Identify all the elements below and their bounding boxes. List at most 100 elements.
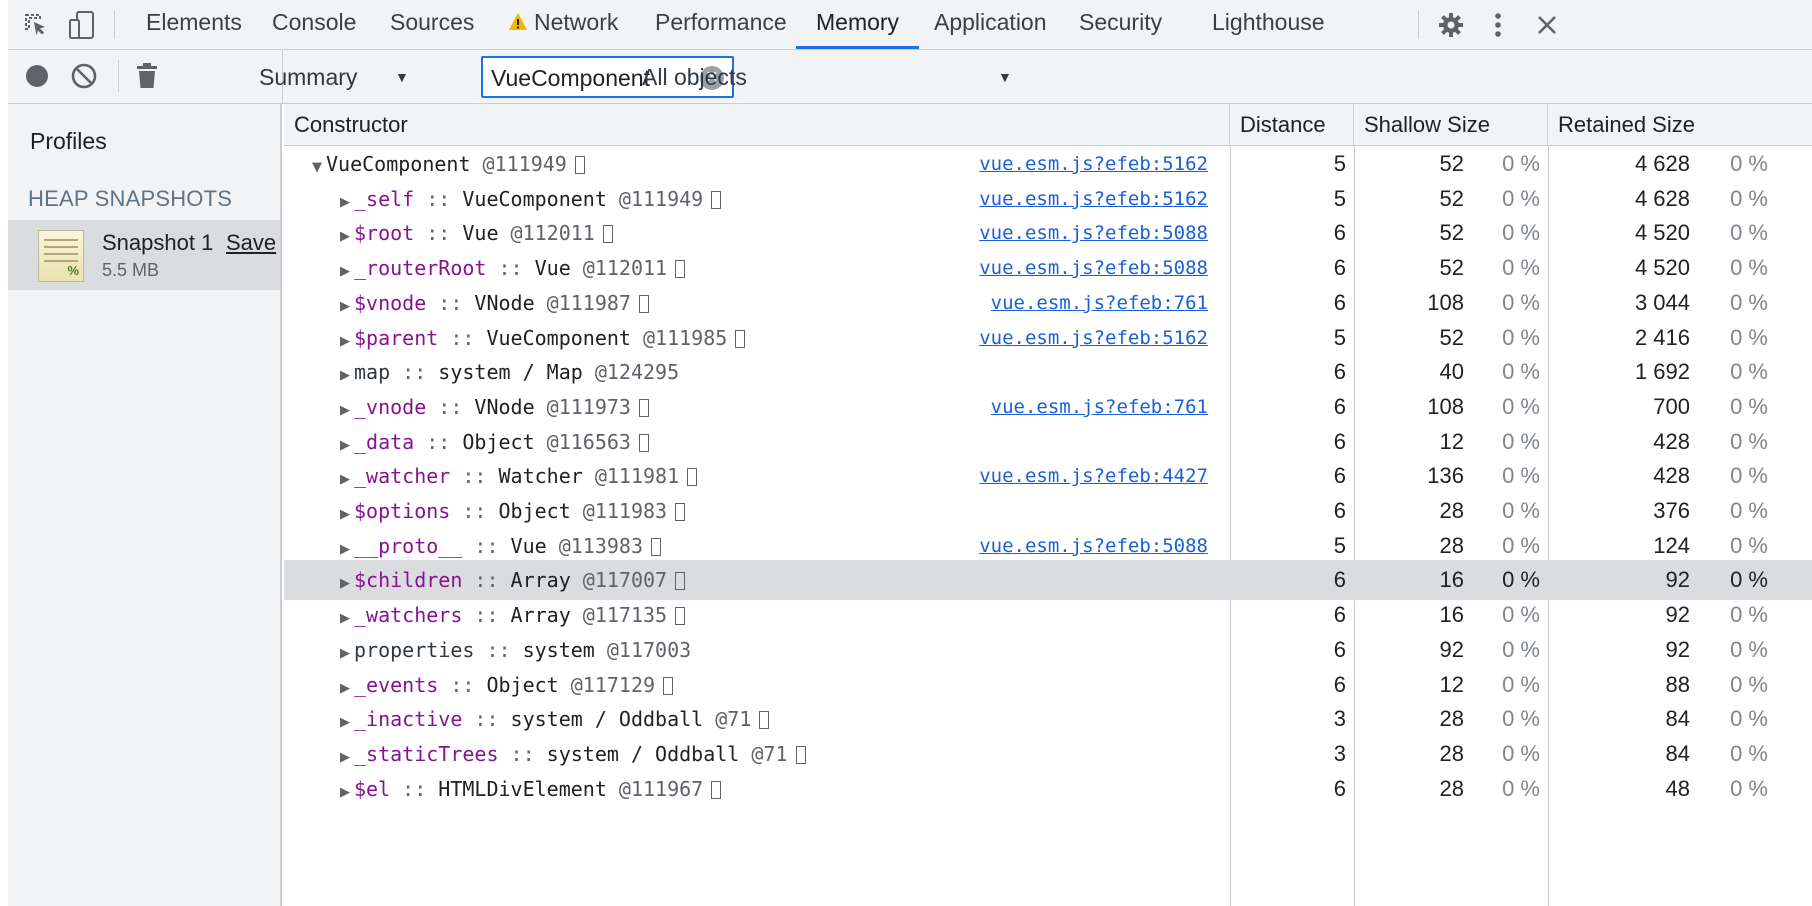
tab-bar-divider bbox=[1418, 10, 1419, 39]
settings-gear-icon[interactable] bbox=[1436, 0, 1466, 49]
constructor-name: system / Oddball bbox=[546, 741, 740, 766]
tab-elements[interactable]: Elements bbox=[146, 0, 242, 49]
constructor-name: Object bbox=[498, 499, 571, 523]
heap-snapshot-icon: % bbox=[38, 230, 84, 282]
profiles-title: Profiles bbox=[30, 128, 107, 154]
property-name: _watchers bbox=[354, 603, 463, 628]
property-name: $el bbox=[354, 776, 391, 801]
reveal-object-icon[interactable] bbox=[663, 676, 674, 695]
separator: :: bbox=[438, 672, 487, 697]
object-id: @117129 bbox=[558, 672, 656, 697]
distance-value: 6 bbox=[1333, 775, 1346, 801]
column-header-distance[interactable]: Distance bbox=[1230, 104, 1354, 146]
reveal-object-icon[interactable] bbox=[638, 433, 649, 452]
collect-garbage-trash-icon[interactable] bbox=[132, 50, 162, 102]
objects-filter-value: All objects bbox=[642, 64, 747, 90]
shallow-size-value: 28 bbox=[1439, 775, 1464, 801]
column-header-retained-size[interactable]: Retained Size bbox=[1548, 104, 1812, 146]
toolbar-divider bbox=[118, 60, 119, 92]
chevron-down-icon: ▼ bbox=[998, 69, 1012, 85]
chevron-down-icon: ▼ bbox=[395, 69, 409, 85]
profiles-sidebar: Profiles HEAP SNAPSHOTS % Snapshot 1 Sav… bbox=[8, 104, 282, 906]
property-name: $options bbox=[354, 499, 451, 523]
constructor-name: Array bbox=[510, 603, 571, 628]
constructor-name: HTMLDivElement bbox=[438, 776, 607, 801]
objects-filter-select[interactable]: All objects ▼ bbox=[642, 58, 1012, 96]
reveal-object-icon[interactable] bbox=[675, 572, 686, 591]
tab-bar-divider bbox=[114, 10, 115, 39]
memory-toolbar: Summary ▼ ✕ All objects ▼ bbox=[8, 50, 1812, 104]
property-name: _data bbox=[354, 429, 415, 454]
clear-all-profiles-icon[interactable] bbox=[68, 50, 100, 102]
view-mode-value: Summary bbox=[259, 64, 358, 90]
property-name: _staticTrees bbox=[354, 741, 499, 766]
separator: :: bbox=[414, 429, 463, 454]
constructor-name: Array bbox=[510, 568, 571, 593]
reveal-object-icon[interactable] bbox=[711, 780, 722, 799]
object-id: @117003 bbox=[594, 637, 692, 662]
save-snapshot-link[interactable]: Save bbox=[226, 230, 276, 256]
tab-security[interactable]: Security bbox=[1079, 0, 1162, 49]
constructor-name: Object bbox=[462, 429, 535, 454]
constructor-name: system / Oddball bbox=[510, 707, 704, 732]
separator: :: bbox=[474, 637, 523, 662]
grid-header: Constructor Distance Shallow Size Retain… bbox=[284, 104, 1812, 146]
grid-body: ▼ VueComponent @111949 vue.esm.js?efeb:516… bbox=[284, 146, 1812, 906]
retained-size-value: 48 bbox=[1665, 775, 1690, 801]
snapshot-name: Snapshot 1 bbox=[102, 230, 214, 255]
tab-application[interactable]: Application bbox=[934, 0, 1047, 49]
tab-network[interactable]: Network bbox=[508, 0, 618, 49]
shallow-size-percent: 0 % bbox=[1502, 775, 1540, 801]
object-id: @71 bbox=[703, 707, 752, 732]
tab-sources[interactable]: Sources bbox=[390, 0, 474, 49]
object-id: @71 bbox=[739, 741, 788, 766]
property-name: properties bbox=[354, 637, 475, 662]
reveal-object-icon[interactable] bbox=[795, 745, 806, 764]
property-name: map bbox=[354, 360, 391, 385]
separator: :: bbox=[390, 360, 439, 385]
tab-network-label: Network bbox=[534, 9, 619, 35]
constructor-cell: ▶ $el :: HTMLDivElement @111967 bbox=[340, 769, 722, 809]
heap-snapshots-section-title: HEAP SNAPSHOTS bbox=[28, 186, 233, 211]
object-id: @117007 bbox=[570, 568, 668, 593]
expand-triangle-right-icon[interactable]: ▶ bbox=[340, 773, 354, 813]
snapshot-size: 5.5 MB bbox=[102, 260, 160, 280]
property-name: _events bbox=[354, 672, 439, 697]
object-id: @111967 bbox=[606, 776, 704, 801]
tab-lighthouse[interactable]: Lighthouse bbox=[1212, 0, 1325, 49]
close-icon[interactable] bbox=[1534, 0, 1560, 49]
device-toolbar-icon[interactable] bbox=[66, 0, 98, 49]
reveal-object-icon[interactable] bbox=[675, 607, 686, 626]
snapshot-list-item[interactable]: % Snapshot 1 Save 5.5 MB bbox=[8, 220, 280, 290]
view-mode-select[interactable]: Summary ▼ bbox=[259, 58, 409, 96]
constructor-name: Object bbox=[486, 672, 559, 697]
tab-console[interactable]: Console bbox=[272, 0, 356, 49]
devtools-tab-bar: Elements Console Sources Network Perform… bbox=[8, 0, 1812, 50]
separator: :: bbox=[462, 603, 511, 628]
reveal-object-icon[interactable] bbox=[675, 503, 686, 521]
separator: :: bbox=[462, 568, 511, 593]
tab-memory[interactable]: Memory bbox=[796, 0, 920, 49]
constructor-name: system / Map bbox=[438, 360, 583, 385]
column-header-shallow-size[interactable]: Shallow Size bbox=[1354, 104, 1548, 146]
reveal-object-icon[interactable] bbox=[759, 711, 770, 730]
retained-size-percent: 0 % bbox=[1730, 775, 1768, 801]
inspect-element-icon[interactable] bbox=[20, 0, 52, 49]
object-id: @111983 bbox=[570, 499, 668, 523]
separator: :: bbox=[390, 776, 439, 801]
constructor-name: system bbox=[522, 637, 595, 662]
separator: :: bbox=[498, 741, 547, 766]
table-row[interactable]: ▶ $el :: HTMLDivElement @111967 6 28 0 % 48 0 … bbox=[284, 769, 1812, 809]
tab-performance[interactable]: Performance bbox=[655, 0, 787, 49]
warning-icon bbox=[508, 2, 528, 47]
heap-summary-grid: Constructor Distance Shallow Size Retain… bbox=[284, 104, 1812, 906]
separator: :: bbox=[462, 707, 511, 732]
separator: :: bbox=[450, 499, 499, 523]
object-id: @116563 bbox=[534, 429, 631, 454]
object-id: @117135 bbox=[570, 603, 668, 628]
record-icon[interactable] bbox=[22, 50, 52, 102]
property-name: $children bbox=[354, 568, 463, 593]
more-options-icon[interactable] bbox=[1486, 0, 1510, 49]
object-id: @124295 bbox=[582, 360, 680, 385]
column-header-constructor[interactable]: Constructor bbox=[284, 104, 1230, 146]
